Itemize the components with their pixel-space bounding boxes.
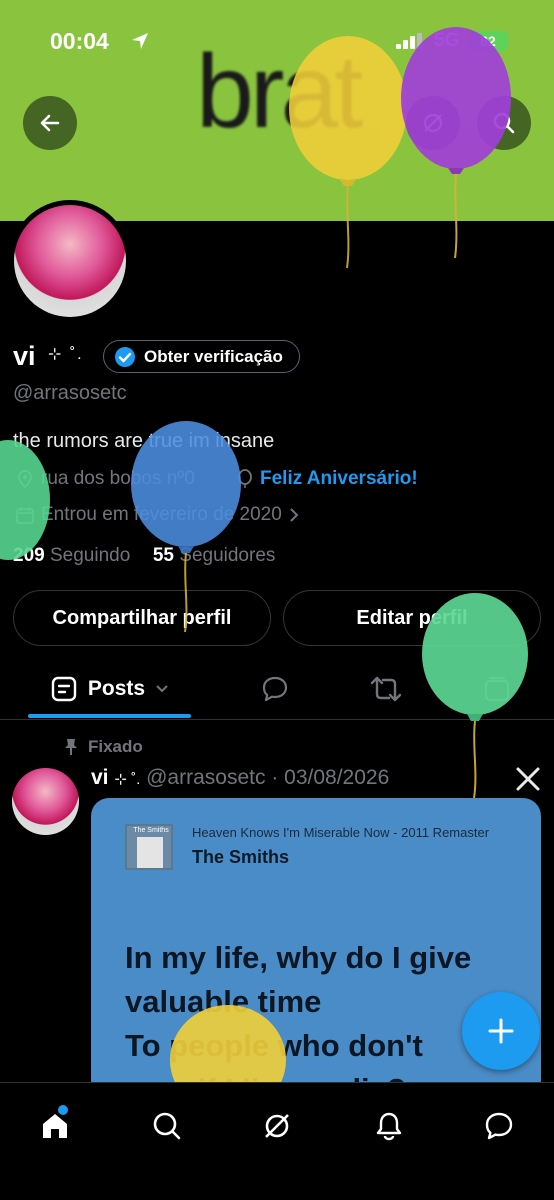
grok-icon <box>423 113 443 133</box>
retweet-icon <box>370 676 402 702</box>
location-arrow-icon <box>132 33 148 49</box>
back-button[interactable] <box>23 96 77 150</box>
location-text: rua dos bobos nº0 <box>41 468 195 489</box>
share-profile-button[interactable]: Compartilhar perfil <box>13 590 271 646</box>
followers-label: Seguidores <box>179 545 276 566</box>
home-icon <box>43 1114 67 1138</box>
back-arrow-icon <box>40 114 60 132</box>
nav-search[interactable] <box>142 1101 192 1151</box>
profile-handle: @arrasosetc <box>13 382 127 404</box>
edit-profile-button[interactable]: Editar perfil <box>283 590 541 646</box>
network-label: 5G <box>434 30 460 51</box>
tab-reposts[interactable] <box>357 660 415 718</box>
avatar <box>14 205 126 317</box>
battery-level: 62 <box>468 31 508 51</box>
balloon-icon <box>238 469 252 488</box>
album-cover-photo <box>137 837 163 868</box>
birthday-text: Feliz Aniversário! <box>260 468 418 489</box>
profile-location: rua dos bobos nº0 <box>15 468 195 490</box>
compose-button[interactable] <box>462 992 540 1070</box>
grok-button[interactable] <box>406 96 460 150</box>
nav-notifications[interactable] <box>364 1101 414 1151</box>
post-author-decoration: ⊹ ˚. <box>114 771 141 788</box>
joined-text: Entrou em fevereiro de 2020 <box>41 504 282 525</box>
pin-icon <box>65 739 77 755</box>
get-verified-label: Obter verificação <box>144 346 283 366</box>
follow-stats: 209 Seguindo 55 Seguidores <box>13 545 275 567</box>
nav-messages[interactable] <box>474 1101 524 1151</box>
post-author-avatar[interactable] <box>12 768 79 835</box>
profile-avatar-frame[interactable] <box>9 200 131 322</box>
reply-icon <box>262 676 288 702</box>
profile-birthday[interactable]: Feliz Aniversário! <box>236 468 418 490</box>
active-tab-indicator <box>28 714 191 718</box>
followers-count: 55 <box>152 545 174 566</box>
song-artist: The Smiths <box>192 847 290 867</box>
grok-icon <box>265 1114 289 1138</box>
name-decoration: ⊹ ˚. <box>48 346 84 363</box>
following-link[interactable]: 209 Seguindo <box>13 545 130 566</box>
notifications-icon <box>376 1112 402 1141</box>
signal-icon <box>396 33 422 49</box>
profile-joined[interactable]: Entrou em fevereiro de 2020 <box>15 504 300 526</box>
balloon-green-left <box>0 440 50 560</box>
x-logo-icon[interactable] <box>515 766 541 792</box>
tab-posts-label: Posts <box>87 677 146 700</box>
post-separator: · <box>271 766 279 789</box>
tab-replies[interactable] <box>246 660 304 718</box>
tab-posts[interactable]: Posts <box>28 660 191 718</box>
plus-icon <box>488 1018 514 1044</box>
following-label: Seguindo <box>49 545 131 566</box>
chevron-down-icon <box>156 685 168 693</box>
search-icon <box>153 1112 181 1140</box>
display-name: vi <box>13 341 36 371</box>
status-time: 00:04 <box>50 28 109 54</box>
album-cover-text: The Smiths <box>133 827 169 834</box>
post-author-name[interactable]: vi <box>91 766 109 789</box>
profile-bio: the rumors are true im insane <box>13 430 275 452</box>
get-verified-button[interactable]: Obter verificação <box>103 340 300 373</box>
messages-icon <box>485 1112 513 1140</box>
media-icon <box>484 676 510 702</box>
location-icon <box>18 470 32 489</box>
calendar-icon <box>16 507 34 524</box>
bottom-navigation <box>0 1082 554 1200</box>
post-author-handle[interactable]: @arrasosetc <box>146 766 265 789</box>
posts-icon <box>51 676 77 702</box>
status-bar: 00:04 5G 62 <box>0 0 554 84</box>
nav-grok[interactable] <box>252 1101 302 1151</box>
post-date[interactable]: 03/08/2026 <box>284 766 389 789</box>
album-cover: The Smiths <box>125 824 173 870</box>
following-count: 209 <box>13 545 45 566</box>
search-icon <box>493 112 515 134</box>
song-title: Heaven Knows I'm Miserable Now - 2011 Re… <box>192 825 490 840</box>
profile-tabs: Posts <box>0 660 554 720</box>
post-header: vi ⊹ ˚. @arrasosetc · 03/08/2026 <box>91 766 389 790</box>
chevron-right-icon <box>290 508 299 522</box>
tab-media[interactable] <box>468 660 526 718</box>
nav-home[interactable] <box>30 1101 80 1151</box>
verified-badge-icon <box>115 346 135 367</box>
pinned-label: Fixado <box>88 737 143 756</box>
followers-link[interactable]: 55 Seguidores <box>153 545 276 566</box>
notification-dot <box>58 1105 68 1115</box>
pinned-indicator: Fixado <box>62 737 143 757</box>
search-button[interactable] <box>477 96 531 150</box>
lyrics-line: In my life, why do I give <box>125 940 472 975</box>
